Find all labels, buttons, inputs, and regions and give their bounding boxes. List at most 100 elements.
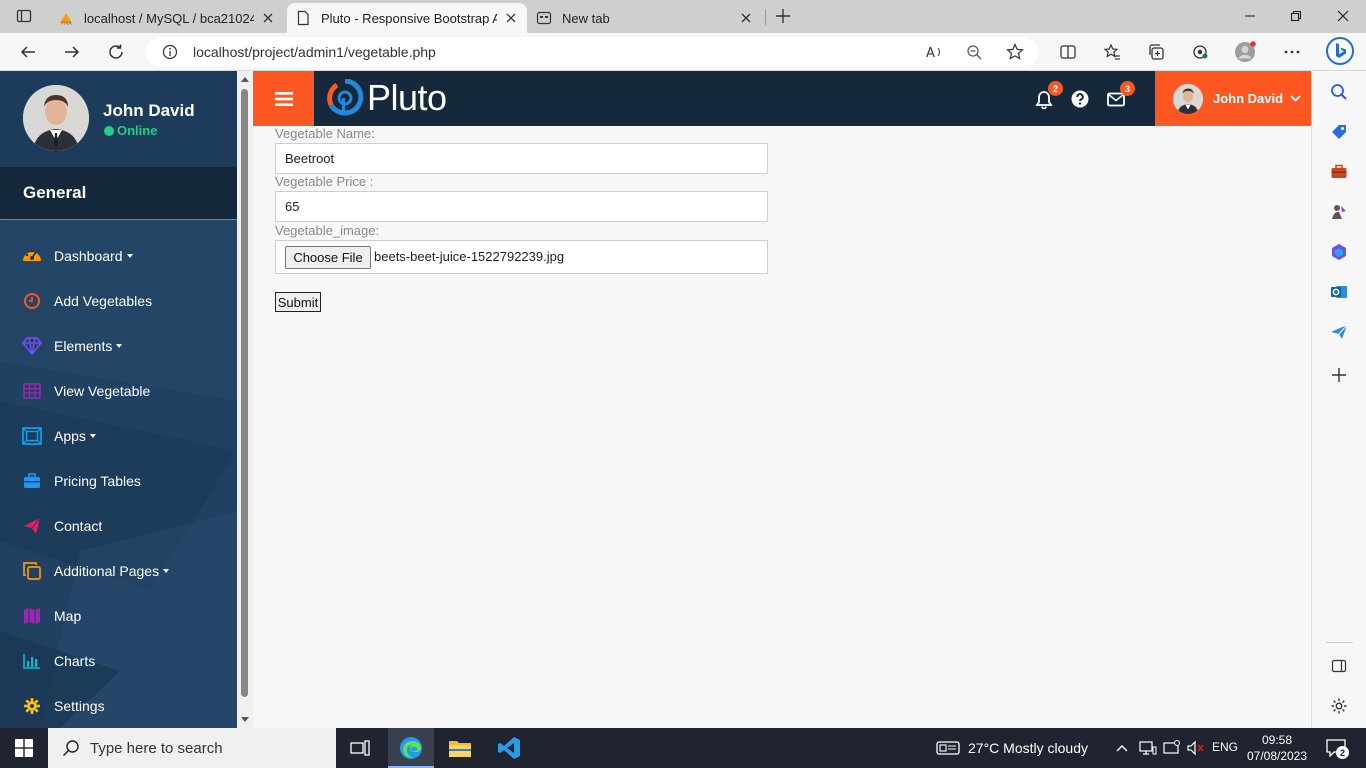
scroll-down-arrow-icon[interactable]	[240, 715, 250, 723]
page-icon	[295, 10, 311, 26]
user-dropdown[interactable]: John David	[1155, 71, 1311, 126]
notification-count-badge: 2	[1336, 746, 1349, 759]
header-user-name: John David	[1213, 91, 1284, 106]
chevron-up-icon[interactable]	[1114, 738, 1130, 758]
avatar[interactable]	[23, 85, 89, 151]
sidebar-item-add-vegetables[interactable]: Add Vegetables	[0, 281, 237, 321]
help-question-icon[interactable]	[1070, 89, 1090, 109]
sidebar-settings-icon[interactable]	[1329, 696, 1349, 716]
close-icon[interactable]	[503, 10, 519, 26]
submit-button[interactable]: Submit	[275, 292, 321, 312]
games-icon[interactable]	[1329, 202, 1349, 222]
profile-icon[interactable]	[1231, 38, 1259, 66]
add-sidebar-app-icon[interactable]	[1329, 365, 1349, 385]
caret-down-icon	[89, 434, 96, 438]
logo[interactable]: Pluto	[327, 77, 447, 118]
dashboard-icon	[22, 246, 42, 266]
bar-chart-icon	[22, 651, 42, 671]
outlook-icon[interactable]	[1329, 282, 1349, 302]
tools-briefcase-icon[interactable]	[1329, 162, 1349, 182]
minimize-icon[interactable]	[1242, 8, 1258, 24]
tab-title: Pluto - Responsive Bootstrap Adr	[321, 10, 497, 26]
sidebar-item-label: Charts	[54, 653, 96, 669]
sidebar-item-dashboard[interactable]: Dashboard	[0, 236, 237, 276]
windows-start-icon[interactable]	[14, 738, 34, 758]
browser-tab-strip: PMA localhost / MySQL / bca21024 / v Plu…	[0, 0, 1366, 33]
close-window-icon[interactable]	[1335, 8, 1351, 24]
message-badge: 3	[1120, 81, 1135, 96]
forward-icon[interactable]	[58, 38, 86, 66]
pluto-logo-icon	[327, 79, 363, 117]
tab-actions-icon[interactable]	[16, 8, 32, 24]
read-aloud-icon[interactable]: A	[926, 44, 944, 60]
info-icon[interactable]	[162, 44, 178, 60]
new-tab-plus-icon[interactable]	[773, 6, 793, 26]
volume-muted-icon[interactable]	[1186, 738, 1206, 758]
clone-icon	[22, 561, 42, 581]
refresh-icon[interactable]	[102, 38, 130, 66]
messages-envelope-icon[interactable]: 3	[1106, 81, 1135, 109]
close-icon[interactable]	[738, 10, 754, 26]
restore-icon[interactable]	[1288, 8, 1304, 24]
map-icon	[22, 606, 42, 626]
scroll-up-arrow-icon[interactable]	[240, 75, 250, 83]
menu-toggle-button[interactable]	[253, 71, 314, 126]
vegetable-price-input[interactable]: 65	[275, 191, 768, 222]
microsoft365-icon[interactable]	[1329, 242, 1349, 262]
url-text: localhost/project/admin1/vegetable.php	[193, 44, 436, 60]
language-indicator[interactable]: ENG	[1212, 740, 1238, 754]
sidebar-item-view-vegetable[interactable]: View Vegetable	[0, 371, 237, 411]
more-options-icon[interactable]	[1278, 38, 1306, 66]
extensions-icon[interactable]	[1186, 38, 1214, 66]
notifications-bell-icon[interactable]: 2	[1034, 81, 1063, 109]
sidebar-item-additional-pages[interactable]: Additional Pages	[0, 551, 237, 591]
page-scrollbar[interactable]	[237, 71, 253, 728]
sidebar-item-pricing-tables[interactable]: Pricing Tables	[0, 461, 237, 501]
app-sidebar: John David Online General Dashboard Add …	[0, 71, 237, 728]
vegetable-name-input[interactable]: Beetroot	[275, 143, 768, 174]
address-bar[interactable]: localhost/project/admin1/vegetable.php A	[146, 37, 1038, 67]
search-icon[interactable]	[1329, 82, 1349, 102]
bing-copilot-icon[interactable]	[1325, 36, 1355, 66]
split-screen-icon[interactable]	[1054, 38, 1082, 66]
paper-plane-icon	[22, 516, 42, 536]
notification-badge: 2	[1048, 81, 1063, 96]
vegetable-image-file-input[interactable]: Choose File beets-beet-juice-1522792239.…	[275, 240, 768, 274]
tab-new-tab[interactable]: New tab	[528, 3, 762, 33]
screen-lock-icon[interactable]	[1162, 738, 1182, 758]
favorite-star-icon[interactable]	[1006, 43, 1024, 61]
send-icon[interactable]	[1329, 322, 1349, 342]
zoom-out-icon[interactable]	[966, 44, 982, 60]
notification-center-icon[interactable]: 2	[1325, 737, 1349, 759]
sidebar-item-map[interactable]: Map	[0, 596, 237, 636]
taskbar-search-box[interactable]: Type here to search	[48, 728, 336, 768]
tab-phpmyadmin[interactable]: PMA localhost / MySQL / bca21024 / v	[50, 3, 284, 33]
newtab-icon	[536, 10, 552, 26]
choose-file-button[interactable]: Choose File	[285, 246, 371, 269]
sidebar-item-settings[interactable]: Settings	[0, 686, 237, 726]
task-view-icon[interactable]	[350, 738, 370, 758]
clock-icon	[22, 291, 42, 311]
scrollbar-thumb[interactable]	[241, 89, 248, 697]
back-icon[interactable]	[14, 38, 42, 66]
favorites-icon[interactable]	[1098, 38, 1126, 66]
sidebar-item-charts[interactable]: Charts	[0, 641, 237, 681]
sidebar-item-apps[interactable]: Apps	[0, 416, 237, 456]
weather-text[interactable]: 27°C Mostly cloudy	[968, 740, 1088, 756]
sidebar-item-elements[interactable]: Elements	[0, 326, 237, 366]
shopping-tag-icon[interactable]	[1329, 122, 1349, 142]
tab-pluto[interactable]: Pluto - Responsive Bootstrap Adr	[287, 3, 527, 33]
close-icon[interactable]	[260, 10, 276, 26]
hamburger-icon	[274, 91, 293, 107]
network-icon[interactable]	[1138, 738, 1158, 758]
taskbar-clock[interactable]: 09:58 07/08/2023	[1246, 732, 1308, 764]
caret-down-icon	[116, 344, 123, 348]
sidebar-item-contact[interactable]: Contact	[0, 506, 237, 546]
hide-sidebar-icon[interactable]	[1329, 656, 1349, 676]
weather-icon[interactable]	[936, 738, 960, 758]
collections-icon[interactable]	[1142, 38, 1170, 66]
file-explorer-icon[interactable]	[448, 736, 472, 760]
taskbar-edge-button[interactable]	[388, 728, 434, 768]
vscode-icon[interactable]	[497, 736, 521, 760]
sidebar-user-name: John David	[103, 101, 195, 120]
